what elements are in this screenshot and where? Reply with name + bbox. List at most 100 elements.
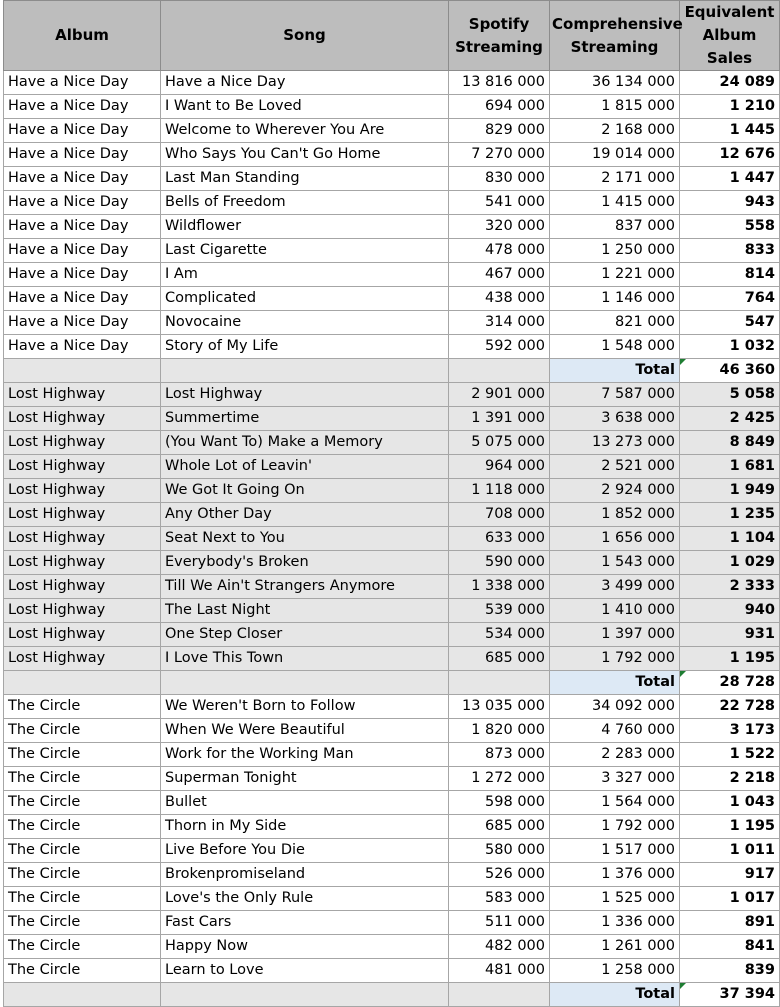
header-comprehensive-line1: Comprehensive [552,14,683,33]
song-cell: Complicated [160,286,449,311]
album-cell: Lost Highway [3,478,161,503]
album-group-have-a-nice-day: Have a Nice Day Have a Nice Day 13 816 000… [3,70,780,383]
total-value-text: 46 360 [719,362,776,378]
comprehensive-streaming-cell: 1 792 000 [549,646,680,671]
equivalent-album-sales-cell: 841 [679,934,780,959]
total-value: 37 394 [679,982,780,1007]
comprehensive-streaming-cell: 1 792 000 [549,814,680,839]
table-row: Have a Nice Day Who Says You Can't Go Hom… [3,142,780,167]
spotify-streaming-cell: 482 000 [448,934,550,959]
album-cell: Lost Highway [3,502,161,527]
comprehensive-streaming-cell: 3 499 000 [549,574,680,599]
spotify-streaming-cell: 2 901 000 [448,382,550,407]
table-row: The Circle We Weren't Born to Follow 13 03… [3,694,780,719]
spotify-streaming-cell: 598 000 [448,790,550,815]
total-value: 46 360 [679,358,780,383]
total-empty-cell [160,670,449,695]
album-cell: The Circle [3,694,161,719]
comprehensive-streaming-cell: 2 924 000 [549,478,680,503]
song-cell: Who Says You Can't Go Home [160,142,449,167]
table-row: Lost Highway (You Want To) Make a Memory 5… [3,430,780,455]
album-cell: Have a Nice Day [3,262,161,287]
spotify-streaming-cell: 592 000 [448,334,550,359]
table-row: Lost Highway Summertime 1 391 000 3 638 000… [3,406,780,431]
song-cell: Brokenpromiseland [160,862,449,887]
spotify-streaming-cell: 314 000 [448,310,550,335]
equivalent-album-sales-cell: 917 [679,862,780,887]
table-row: Have a Nice Day Have a Nice Day 13 816 000… [3,70,780,95]
table-row: Lost Highway We Got It Going On 1 118 000 2… [3,478,780,503]
song-cell: Welcome to Wherever You Are [160,118,449,143]
header-comprehensive-line2: Streaming [570,37,659,56]
song-cell: Whole Lot of Leavin' [160,454,449,479]
total-empty-cell [448,358,550,383]
spotify-streaming-cell: 5 075 000 [448,430,550,455]
header-song: Song [160,0,449,71]
album-cell: Lost Highway [3,406,161,431]
album-cell: The Circle [3,742,161,767]
equivalent-album-sales-cell: 943 [679,190,780,215]
cell-note-marker-icon [680,671,686,677]
total-value: 28 728 [679,670,780,695]
comprehensive-streaming-cell: 2 168 000 [549,118,680,143]
song-cell: Superman Tonight [160,766,449,791]
song-cell: We Weren't Born to Follow [160,694,449,719]
comprehensive-streaming-cell: 1 261 000 [549,934,680,959]
album-cell: Lost Highway [3,598,161,623]
equivalent-album-sales-cell: 1 017 [679,886,780,911]
song-cell: I Am [160,262,449,287]
comprehensive-streaming-cell: 1 146 000 [549,286,680,311]
equivalent-album-sales-cell: 1 104 [679,526,780,551]
cell-note-marker-icon [680,359,686,365]
comprehensive-streaming-cell: 1 852 000 [549,502,680,527]
album-cell: Have a Nice Day [3,238,161,263]
table-row: Have a Nice Day Wildflower 320 000 837 000 5… [3,214,780,239]
equivalent-album-sales-cell: 1 195 [679,646,780,671]
album-cell: Have a Nice Day [3,190,161,215]
comprehensive-streaming-cell: 34 092 000 [549,694,680,719]
comprehensive-streaming-cell: 1 564 000 [549,790,680,815]
table-row: Lost Highway Seat Next to You 633 000 1 656… [3,526,780,551]
table-row: Have a Nice Day Story of My Life 592 000 1 … [3,334,780,359]
spotify-streaming-cell: 539 000 [448,598,550,623]
comprehensive-streaming-cell: 1 258 000 [549,958,680,983]
song-cell: Novocaine [160,310,449,335]
song-cell: (You Want To) Make a Memory [160,430,449,455]
album-cell: Have a Nice Day [3,142,161,167]
table-row: The Circle Bullet 598 000 1 564 000 1 043 [3,790,780,815]
spotify-streaming-cell: 13 816 000 [448,70,550,95]
total-empty-cell [160,358,449,383]
album-cell: Have a Nice Day [3,94,161,119]
song-cell: Fast Cars [160,910,449,935]
table-row: The Circle Fast Cars 511 000 1 336 000 891 [3,910,780,935]
spotify-streaming-cell: 13 035 000 [448,694,550,719]
spotify-streaming-cell: 1 820 000 [448,718,550,743]
total-label: Total [549,982,680,1007]
album-cell: The Circle [3,862,161,887]
album-cell: The Circle [3,718,161,743]
equivalent-album-sales-cell: 1 029 [679,550,780,575]
comprehensive-streaming-cell: 2 171 000 [549,166,680,191]
table-row: Lost Highway The Last Night 539 000 1 410 0… [3,598,780,623]
comprehensive-streaming-cell: 1 336 000 [549,910,680,935]
header-equivalent-line1: Equivalent [684,3,775,21]
song-cell: Last Cigarette [160,238,449,263]
song-cell: Story of My Life [160,334,449,359]
album-cell: Have a Nice Day [3,166,161,191]
song-cell: Live Before You Die [160,838,449,863]
song-cell: Any Other Day [160,502,449,527]
table-row: The Circle Live Before You Die 580 000 1 51… [3,838,780,863]
album-cell: Lost Highway [3,430,161,455]
total-empty-cell [3,670,161,695]
spotify-streaming-cell: 685 000 [448,646,550,671]
total-label: Total [549,670,680,695]
table-row: The Circle Thorn in My Side 685 000 1 792 0… [3,814,780,839]
album-group-the-circle: The Circle We Weren't Born to Follow 13 03… [3,694,780,1007]
comprehensive-streaming-cell: 1 548 000 [549,334,680,359]
spotify-streaming-cell: 590 000 [448,550,550,575]
album-cell: Lost Highway [3,622,161,647]
table-row: Lost Highway I Love This Town 685 000 1 792… [3,646,780,671]
equivalent-album-sales-cell: 839 [679,958,780,983]
table-row: Have a Nice Day Last Man Standing 830 000 2… [3,166,780,191]
equivalent-album-sales-cell: 558 [679,214,780,239]
